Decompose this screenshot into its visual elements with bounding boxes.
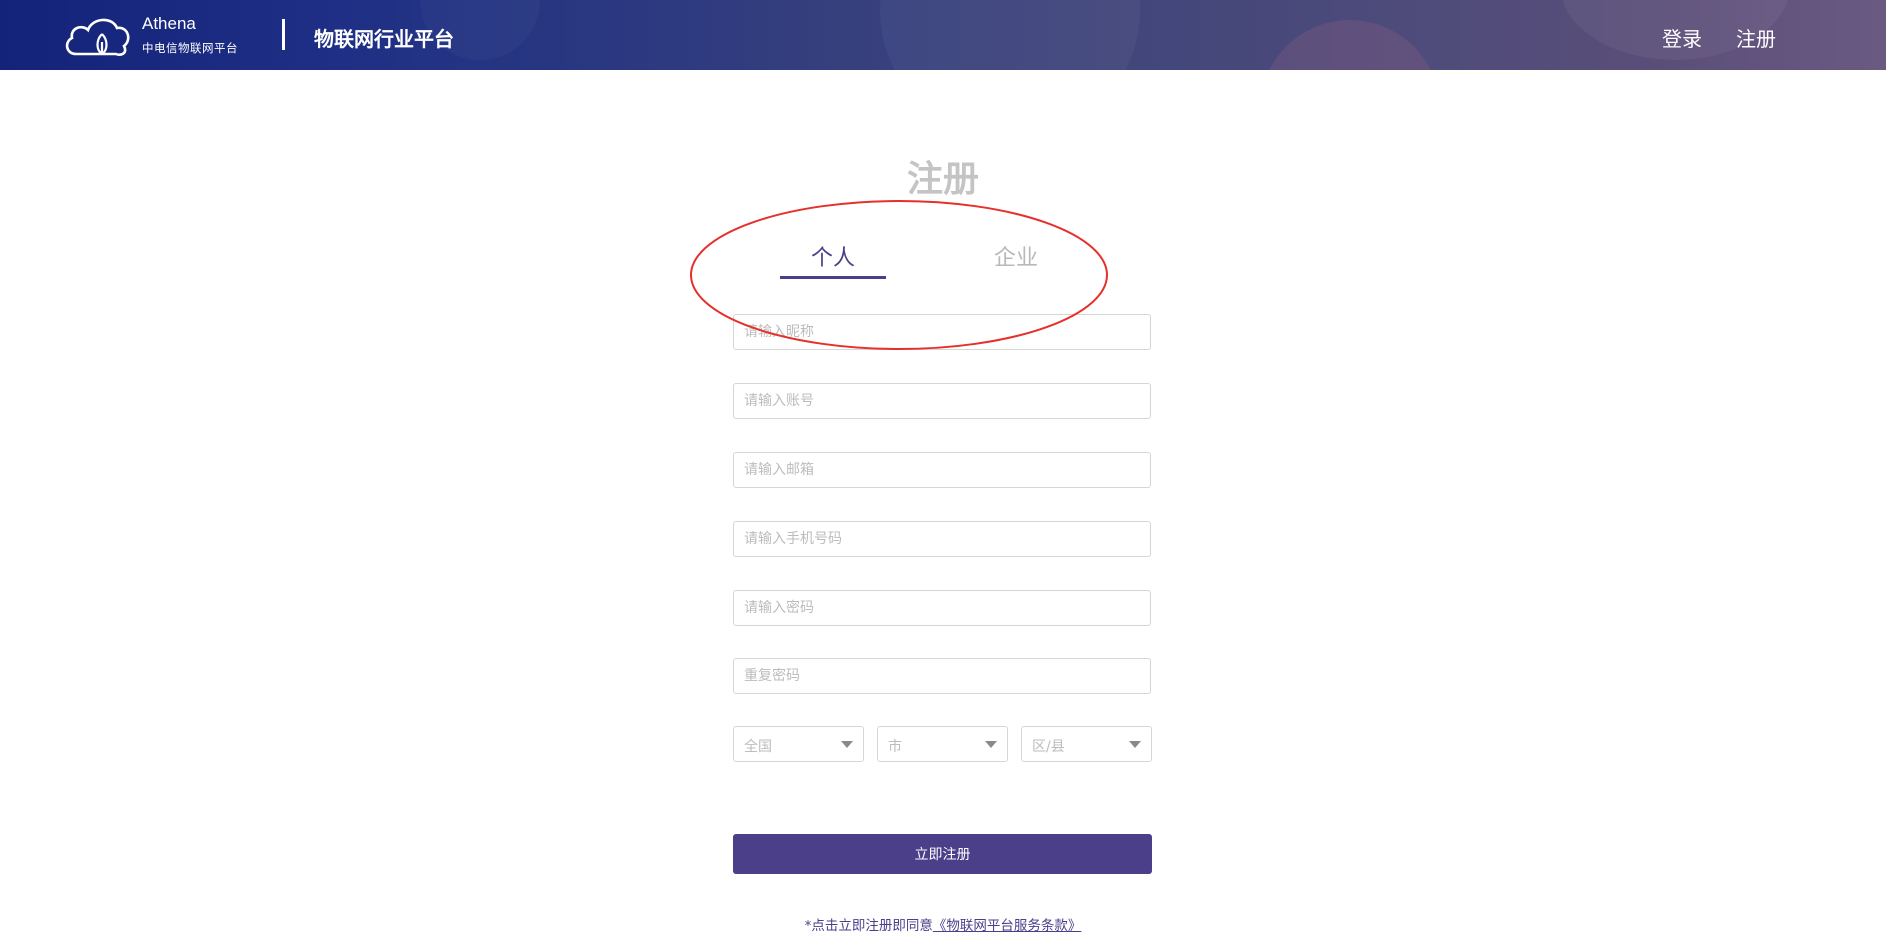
password-input[interactable]: [733, 590, 1151, 626]
district-select[interactable]: 区/县: [1021, 726, 1152, 762]
terms-link[interactable]: 《物联网平台服务条款》: [933, 918, 1082, 934]
brand-name: Athena: [142, 14, 196, 33]
tab-personal[interactable]: 个人: [780, 240, 886, 272]
athena-cloud-logo-icon[interactable]: [62, 12, 132, 58]
email-input[interactable]: [733, 452, 1151, 488]
top-header: Athena 中电信物联网平台 物联网行业平台 登录 注册: [0, 0, 1886, 70]
account-input[interactable]: [733, 383, 1151, 419]
header-decoration: [880, 0, 1140, 70]
header-divider: [282, 19, 285, 50]
chevron-down-icon: [985, 741, 997, 748]
phone-input[interactable]: [733, 521, 1151, 557]
chevron-down-icon: [1129, 741, 1141, 748]
register-submit-button[interactable]: 立即注册: [733, 834, 1152, 874]
province-select[interactable]: 全国: [733, 726, 864, 762]
province-select-value: 全国: [744, 739, 772, 755]
page-title: 注册: [906, 159, 979, 200]
brand-subtitle: 中电信物联网平台: [142, 41, 238, 55]
nav-login-link[interactable]: 登录: [1662, 23, 1702, 52]
header-decoration: [1260, 20, 1440, 70]
active-tab-indicator: [780, 276, 886, 279]
district-select-value: 区/县: [1032, 739, 1065, 755]
platform-title: 物联网行业平台: [314, 27, 454, 51]
city-select-value: 市: [888, 739, 902, 755]
tab-enterprise[interactable]: 企业: [963, 240, 1069, 272]
nickname-input[interactable]: [733, 314, 1151, 350]
chevron-down-icon: [841, 741, 853, 748]
city-select[interactable]: 市: [877, 726, 1008, 762]
repeat-password-input[interactable]: [733, 658, 1151, 694]
terms-notice: *点击立即注册即同意《物联网平台服务条款》: [0, 914, 1886, 934]
terms-prefix: *点击立即注册即同意: [804, 918, 933, 934]
nav-register-link[interactable]: 注册: [1736, 23, 1776, 52]
